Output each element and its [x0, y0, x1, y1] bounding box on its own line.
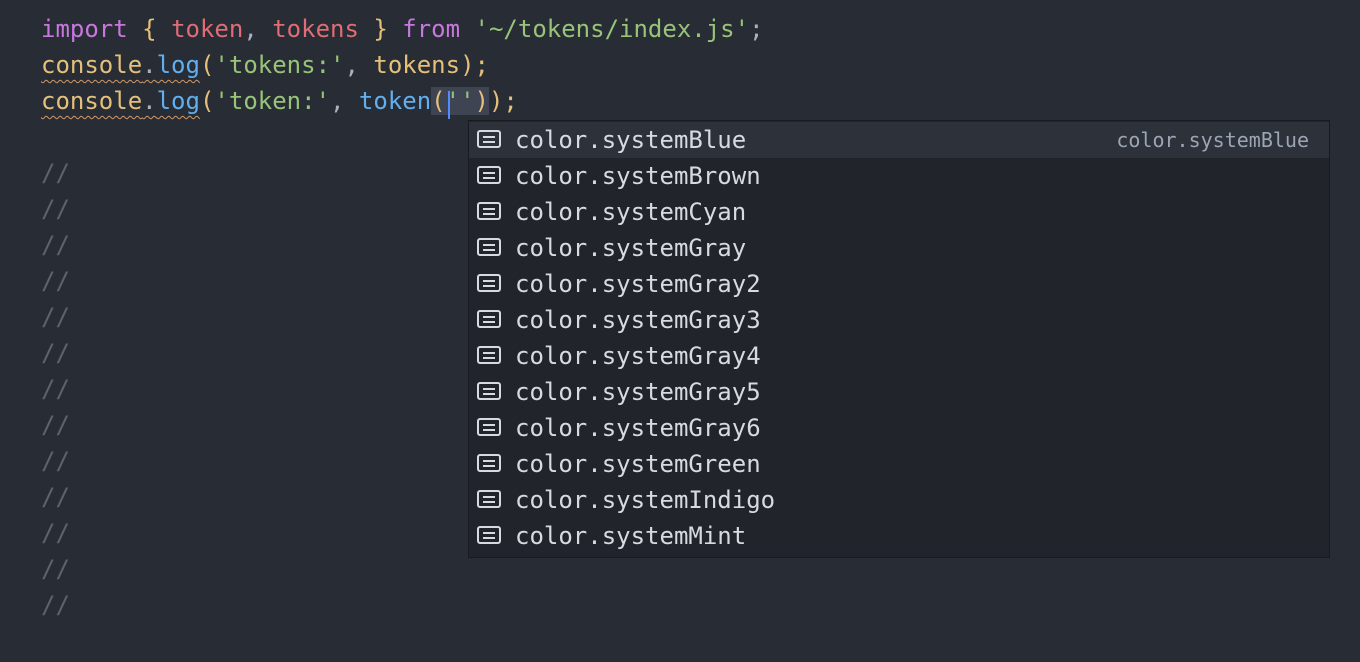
comment-line: // [41, 519, 70, 547]
comment-line: // [41, 195, 70, 223]
quote-close: ' [460, 87, 475, 115]
console-object: console [41, 87, 143, 115]
open-paren: ( [199, 87, 215, 115]
comment-line: // [41, 231, 70, 259]
text-icon [477, 274, 501, 292]
suggestion-detail: color.systemBlue [1116, 128, 1309, 152]
text-icon [477, 418, 501, 436]
close-brace: } [373, 15, 388, 43]
suggestion-item[interactable]: color.systemCyan [469, 194, 1329, 230]
comment-line: // [41, 339, 70, 367]
comma: , [243, 15, 258, 43]
comment-line: // [41, 447, 70, 475]
console-object: console [41, 51, 143, 79]
suggestion-label: color.systemCyan [515, 198, 747, 226]
open-paren: ( [199, 51, 215, 79]
suggestion-label: color.systemGreen [515, 450, 761, 478]
comment-line: // [41, 375, 70, 403]
warning-squiggle: console.log [41, 51, 200, 79]
suggestion-item[interactable]: color.systemGreen [469, 446, 1329, 482]
tokens-label-string: 'tokens:' [214, 51, 345, 79]
matched-close-paren: ) [474, 87, 489, 115]
suggestion-label: color.systemGray4 [515, 342, 761, 370]
suggestion-label: color.systemGray2 [515, 270, 761, 298]
text-icon [477, 166, 501, 184]
text-icon [477, 490, 501, 508]
text-icon [477, 238, 501, 256]
suggestion-item[interactable]: color.systemMint [469, 518, 1329, 554]
suggestion-label: color.systemGray [515, 234, 747, 262]
text-icon [477, 310, 501, 328]
suggestion-label: color.systemGray5 [515, 378, 761, 406]
text-icon [477, 346, 501, 364]
suggestion-label: color.systemIndigo [515, 486, 776, 514]
code-line-3: console.log('token:', token('')); [41, 83, 518, 119]
comment-line: // [41, 267, 70, 295]
open-brace: { [142, 15, 157, 43]
suggestion-item[interactable]: color.systemGray6 [469, 410, 1329, 446]
text-cursor [447, 91, 450, 119]
token-function-call: token [358, 87, 432, 115]
close-paren-semicolon: ); [460, 51, 489, 79]
suggestion-item[interactable]: color.systemGray4 [469, 338, 1329, 374]
text-icon [477, 202, 501, 220]
log-method: log [156, 87, 200, 115]
suggestion-item[interactable]: color.systemGray3 [469, 302, 1329, 338]
from-keyword: from [402, 15, 461, 43]
text-icon [477, 382, 501, 400]
token-identifier: token [171, 15, 244, 43]
token-label-string: 'token:' [214, 87, 331, 115]
dot: . [142, 87, 157, 115]
warning-squiggle: console.log [41, 87, 200, 115]
cursor-position[interactable]: '' [445, 87, 475, 119]
text-icon [477, 454, 501, 472]
import-keyword: import [41, 15, 128, 43]
text-icon [477, 526, 501, 544]
suggestion-label: color.systemMint [515, 522, 747, 550]
suggestion-item[interactable]: color.systemBlue color.systemBlue [469, 122, 1329, 158]
comment-line: // [41, 411, 70, 439]
dot: . [142, 51, 157, 79]
suggestion-label: color.systemBrown [515, 162, 761, 190]
comment-line: // [41, 303, 70, 331]
comment-line: // [41, 159, 70, 187]
semicolon: ; [749, 15, 764, 43]
suggestion-item[interactable]: color.systemGray5 [469, 374, 1329, 410]
log-method: log [156, 51, 200, 79]
module-path-string: '~/tokens/index.js' [474, 15, 750, 43]
code-line-1: import { token, tokens } from '~/tokens/… [41, 11, 764, 47]
comment-line: // [41, 555, 70, 583]
matched-open-paren: ( [431, 87, 446, 115]
suggestion-item[interactable]: color.systemGray [469, 230, 1329, 266]
comma: , [344, 51, 374, 79]
comment-line: // [41, 483, 70, 511]
tokens-argument: tokens [373, 51, 461, 79]
text-icon [477, 130, 501, 148]
close-paren-semicolon: ); [488, 87, 518, 115]
suggestion-item[interactable]: color.systemIndigo [469, 482, 1329, 518]
autocomplete-suggestions[interactable]: color.systemBlue color.systemBlue color.… [468, 120, 1330, 558]
tokens-identifier: tokens [272, 15, 359, 43]
comma: , [330, 87, 359, 115]
code-line-2: console.log('tokens:', tokens); [41, 47, 489, 83]
suggestion-label: color.systemGray6 [515, 414, 761, 442]
code-editor[interactable]: import { token, tokens } from '~/tokens/… [0, 0, 1360, 619]
comment-line: // [41, 591, 70, 619]
suggestion-item[interactable]: color.systemGray2 [469, 266, 1329, 302]
suggestion-label: color.systemGray3 [515, 306, 761, 334]
suggestion-label: color.systemBlue [515, 126, 747, 154]
suggestion-item[interactable]: color.systemBrown [469, 158, 1329, 194]
